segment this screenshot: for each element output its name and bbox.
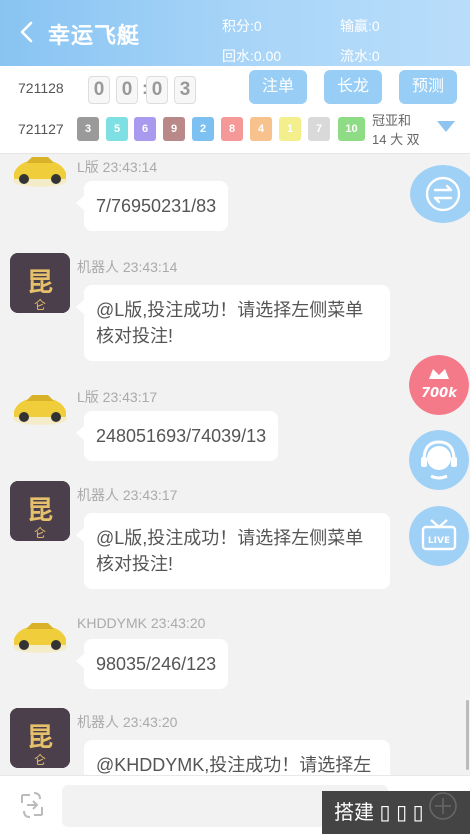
message-bubble: @L版,投注成功！请选择左侧菜单核对投注! xyxy=(76,513,390,589)
swap-icon[interactable] xyxy=(16,789,48,821)
live-text: LIVE xyxy=(428,536,450,546)
live-tv-icon[interactable]: LIVE xyxy=(409,506,469,566)
chat-message: KHDDYMK 23:43:20 98035/246/123 xyxy=(0,609,470,709)
promo-text: 700k xyxy=(421,386,458,401)
win-loss-stat: 输赢:0 xyxy=(340,18,380,34)
add-icon[interactable] xyxy=(428,791,458,821)
chat-message: 昆 仑 机器人 23:43:17 @L版,投注成功！请选择左侧菜单核对投注! xyxy=(0,479,470,599)
message-bubble: 248051693/74039/13 xyxy=(75,411,279,461)
draw-info-panel: 721128 0 0 : 0 3 注单 长龙 预测 721127 3 5 6 9… xyxy=(0,66,470,154)
result-ball: 1 xyxy=(279,117,301,141)
svg-text:仑: 仑 xyxy=(34,298,46,312)
turnover-stat: 流水:0 xyxy=(340,48,380,64)
page-title: 幸运飞艇 xyxy=(48,23,141,48)
chat-message: 昆 仑 机器人 23:43:14 @L版,投注成功！请选择左侧菜单核对投注! xyxy=(0,251,470,371)
message-bubble: 98035/246/123 xyxy=(75,639,229,689)
message-bubble: @KHDDYMK,投注成功！请选择左 xyxy=(84,740,390,775)
result-ball: 3 xyxy=(77,117,99,141)
svg-text:昆: 昆 xyxy=(27,723,53,753)
result-ball: 2 xyxy=(192,117,214,141)
app-root: 幸运飞艇 积分:0 输赢:0 回水:0.00 流水:0 721128 0 0 :… xyxy=(0,0,470,834)
bot-avatar-icon: 昆 仑 xyxy=(10,481,70,541)
message-sender: L版 23:43:14 xyxy=(77,159,158,175)
rebate-stat: 回水:0.00 xyxy=(222,48,282,64)
switch-icon[interactable] xyxy=(410,165,470,223)
message-sender: 机器人 23:43:17 xyxy=(77,487,178,503)
result-ball: 7 xyxy=(308,117,330,141)
countdown-digit: 0 xyxy=(116,76,138,104)
car-avatar-icon xyxy=(13,157,67,187)
result-ball: 10 xyxy=(338,117,365,141)
current-issue-number: 721128 xyxy=(18,80,64,96)
message-sender: 机器人 23:43:14 xyxy=(77,259,178,275)
message-bubble: @L版,投注成功！请选择左侧菜单核对投注! xyxy=(76,285,390,361)
message-sender: 机器人 23:43:20 xyxy=(77,714,178,730)
svg-text:仑: 仑 xyxy=(34,753,46,767)
long-dragon-button[interactable]: 长龙 xyxy=(324,70,382,104)
result-ball: 5 xyxy=(106,117,128,141)
expand-results-icon[interactable] xyxy=(437,121,455,132)
message-sender: KHDDYMK 23:43:20 xyxy=(77,615,206,631)
svg-text:昆: 昆 xyxy=(27,496,53,526)
bot-avatar-icon: 昆 仑 xyxy=(10,253,70,313)
chat-message: L版 23:43:14 7/76950231/83 xyxy=(0,155,470,241)
countdown-digit: 0 xyxy=(146,76,168,104)
svg-text:昆: 昆 xyxy=(27,268,53,298)
result-ball: 6 xyxy=(134,117,156,141)
customer-service-icon[interactable] xyxy=(409,430,469,490)
message-sender: L版 23:43:17 xyxy=(77,389,158,405)
chat-message: L版 23:43:17 248051693/74039/13 xyxy=(0,381,470,481)
result-sum-value: 14 大 双 xyxy=(372,132,420,147)
bet-list-button[interactable]: 注单 xyxy=(249,70,307,104)
chat-message-list[interactable]: L版 23:43:14 7/76950231/83 昆 仑 机器人 23:43:… xyxy=(0,155,470,775)
message-bubble: 7/76950231/83 xyxy=(75,181,229,231)
chat-message: 昆 仑 机器人 23:43:20 @KHDDYMK,投注成功！请选择左 xyxy=(0,706,470,775)
points-stat: 积分:0 xyxy=(222,18,262,34)
header-bar: 幸运飞艇 积分:0 输赢:0 回水:0.00 流水:0 xyxy=(0,0,470,66)
svg-text:仑: 仑 xyxy=(34,526,46,540)
countdown-digit: 3 xyxy=(174,76,196,104)
result-ball: 8 xyxy=(221,117,243,141)
countdown-digit: 0 xyxy=(88,76,110,104)
scrollbar[interactable] xyxy=(466,700,469,770)
result-ball: 4 xyxy=(250,117,272,141)
result-sum-label: 冠亚和 xyxy=(372,113,412,128)
bot-avatar-icon: 昆 仑 xyxy=(10,708,70,768)
back-arrow-icon[interactable] xyxy=(16,20,40,44)
result-ball: 9 xyxy=(163,117,185,141)
promo-crown-icon[interactable]: 700k xyxy=(409,355,469,415)
car-avatar-icon xyxy=(13,395,67,425)
car-avatar-icon xyxy=(13,623,67,653)
last-issue-number: 721127 xyxy=(18,121,64,137)
predict-button[interactable]: 预测 xyxy=(399,70,457,104)
input-bar: 搭建 ▯ ▯ ▯ xyxy=(0,775,470,834)
